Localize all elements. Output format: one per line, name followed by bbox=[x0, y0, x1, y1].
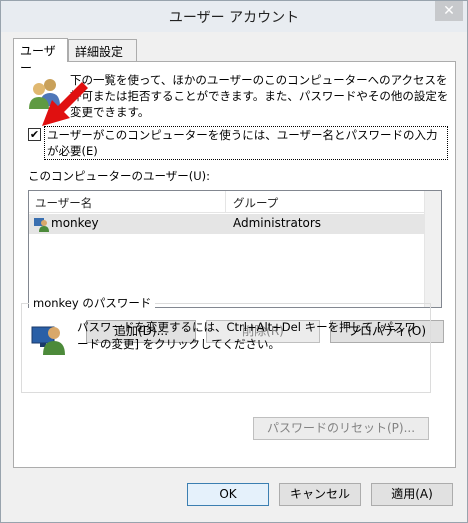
reset-password-button[interactable]: パスワードのリセット(P)... bbox=[253, 417, 429, 440]
apply-button[interactable]: 適用(A) bbox=[371, 483, 453, 506]
ok-button[interactable]: OK bbox=[187, 483, 269, 506]
window-title: ユーザー アカウント bbox=[168, 10, 300, 26]
column-header-group[interactable]: グループ bbox=[233, 195, 278, 211]
tab-advanced[interactable]: 詳細設定 bbox=[68, 39, 137, 61]
cancel-button[interactable]: キャンセル bbox=[279, 483, 361, 506]
intro-text: 下の一覧を使って、ほかのユーザーのこのコンピューターへのアクセスを許可または拒否… bbox=[70, 73, 449, 119]
users-listview[interactable]: ユーザー名 グループ monkey Administrators bbox=[28, 190, 442, 308]
table-row[interactable]: monkey Administrators bbox=[29, 214, 425, 234]
users-list-label: このコンピューターのユーザー(U): bbox=[28, 169, 211, 183]
user-monitor-icon bbox=[31, 326, 65, 355]
title-bar: ユーザー アカウント ✕ bbox=[1, 1, 467, 32]
dialog-button-bar: OK キャンセル 適用(A) bbox=[1, 471, 467, 521]
require-password-checkbox[interactable]: ✔ bbox=[28, 128, 41, 141]
column-header-username[interactable]: ユーザー名 bbox=[35, 195, 92, 211]
password-instructions: パスワードを変更するには、Ctrl+Alt+Del キーを押して [パスワードの… bbox=[77, 320, 416, 351]
user-icon bbox=[34, 218, 49, 232]
require-password-option[interactable]: ✔ ユーザーがこのコンピューターを使うには、ユーザー名とパスワードの入力が必要(… bbox=[28, 126, 448, 160]
close-button[interactable]: ✕ bbox=[435, 1, 463, 21]
listview-scrollbar[interactable] bbox=[424, 191, 441, 307]
red-arrow-icon bbox=[42, 82, 88, 126]
password-group-title: monkey のパスワード bbox=[29, 295, 156, 311]
row-username: monkey bbox=[51, 216, 99, 230]
tab-users[interactable]: ユーザー bbox=[13, 38, 68, 75]
row-group: Administrators bbox=[233, 216, 322, 230]
column-divider[interactable] bbox=[225, 191, 226, 213]
require-password-label[interactable]: ユーザーがこのコンピューターを使うには、ユーザー名とパスワードの入力が必要(E) bbox=[44, 126, 448, 160]
users-tab-panel: 下の一覧を使って、ほかのユーザーのこのコンピューターへのアクセスを許可または拒否… bbox=[13, 61, 456, 468]
checkmark-icon: ✔ bbox=[29, 128, 40, 141]
close-icon: ✕ bbox=[443, 3, 455, 19]
user-accounts-dialog: ユーザー アカウント ✕ ユーザー 詳細設定 下の一覧を使って、ほかのユーザーの… bbox=[0, 0, 468, 523]
listview-header: ユーザー名 グループ bbox=[29, 191, 425, 213]
